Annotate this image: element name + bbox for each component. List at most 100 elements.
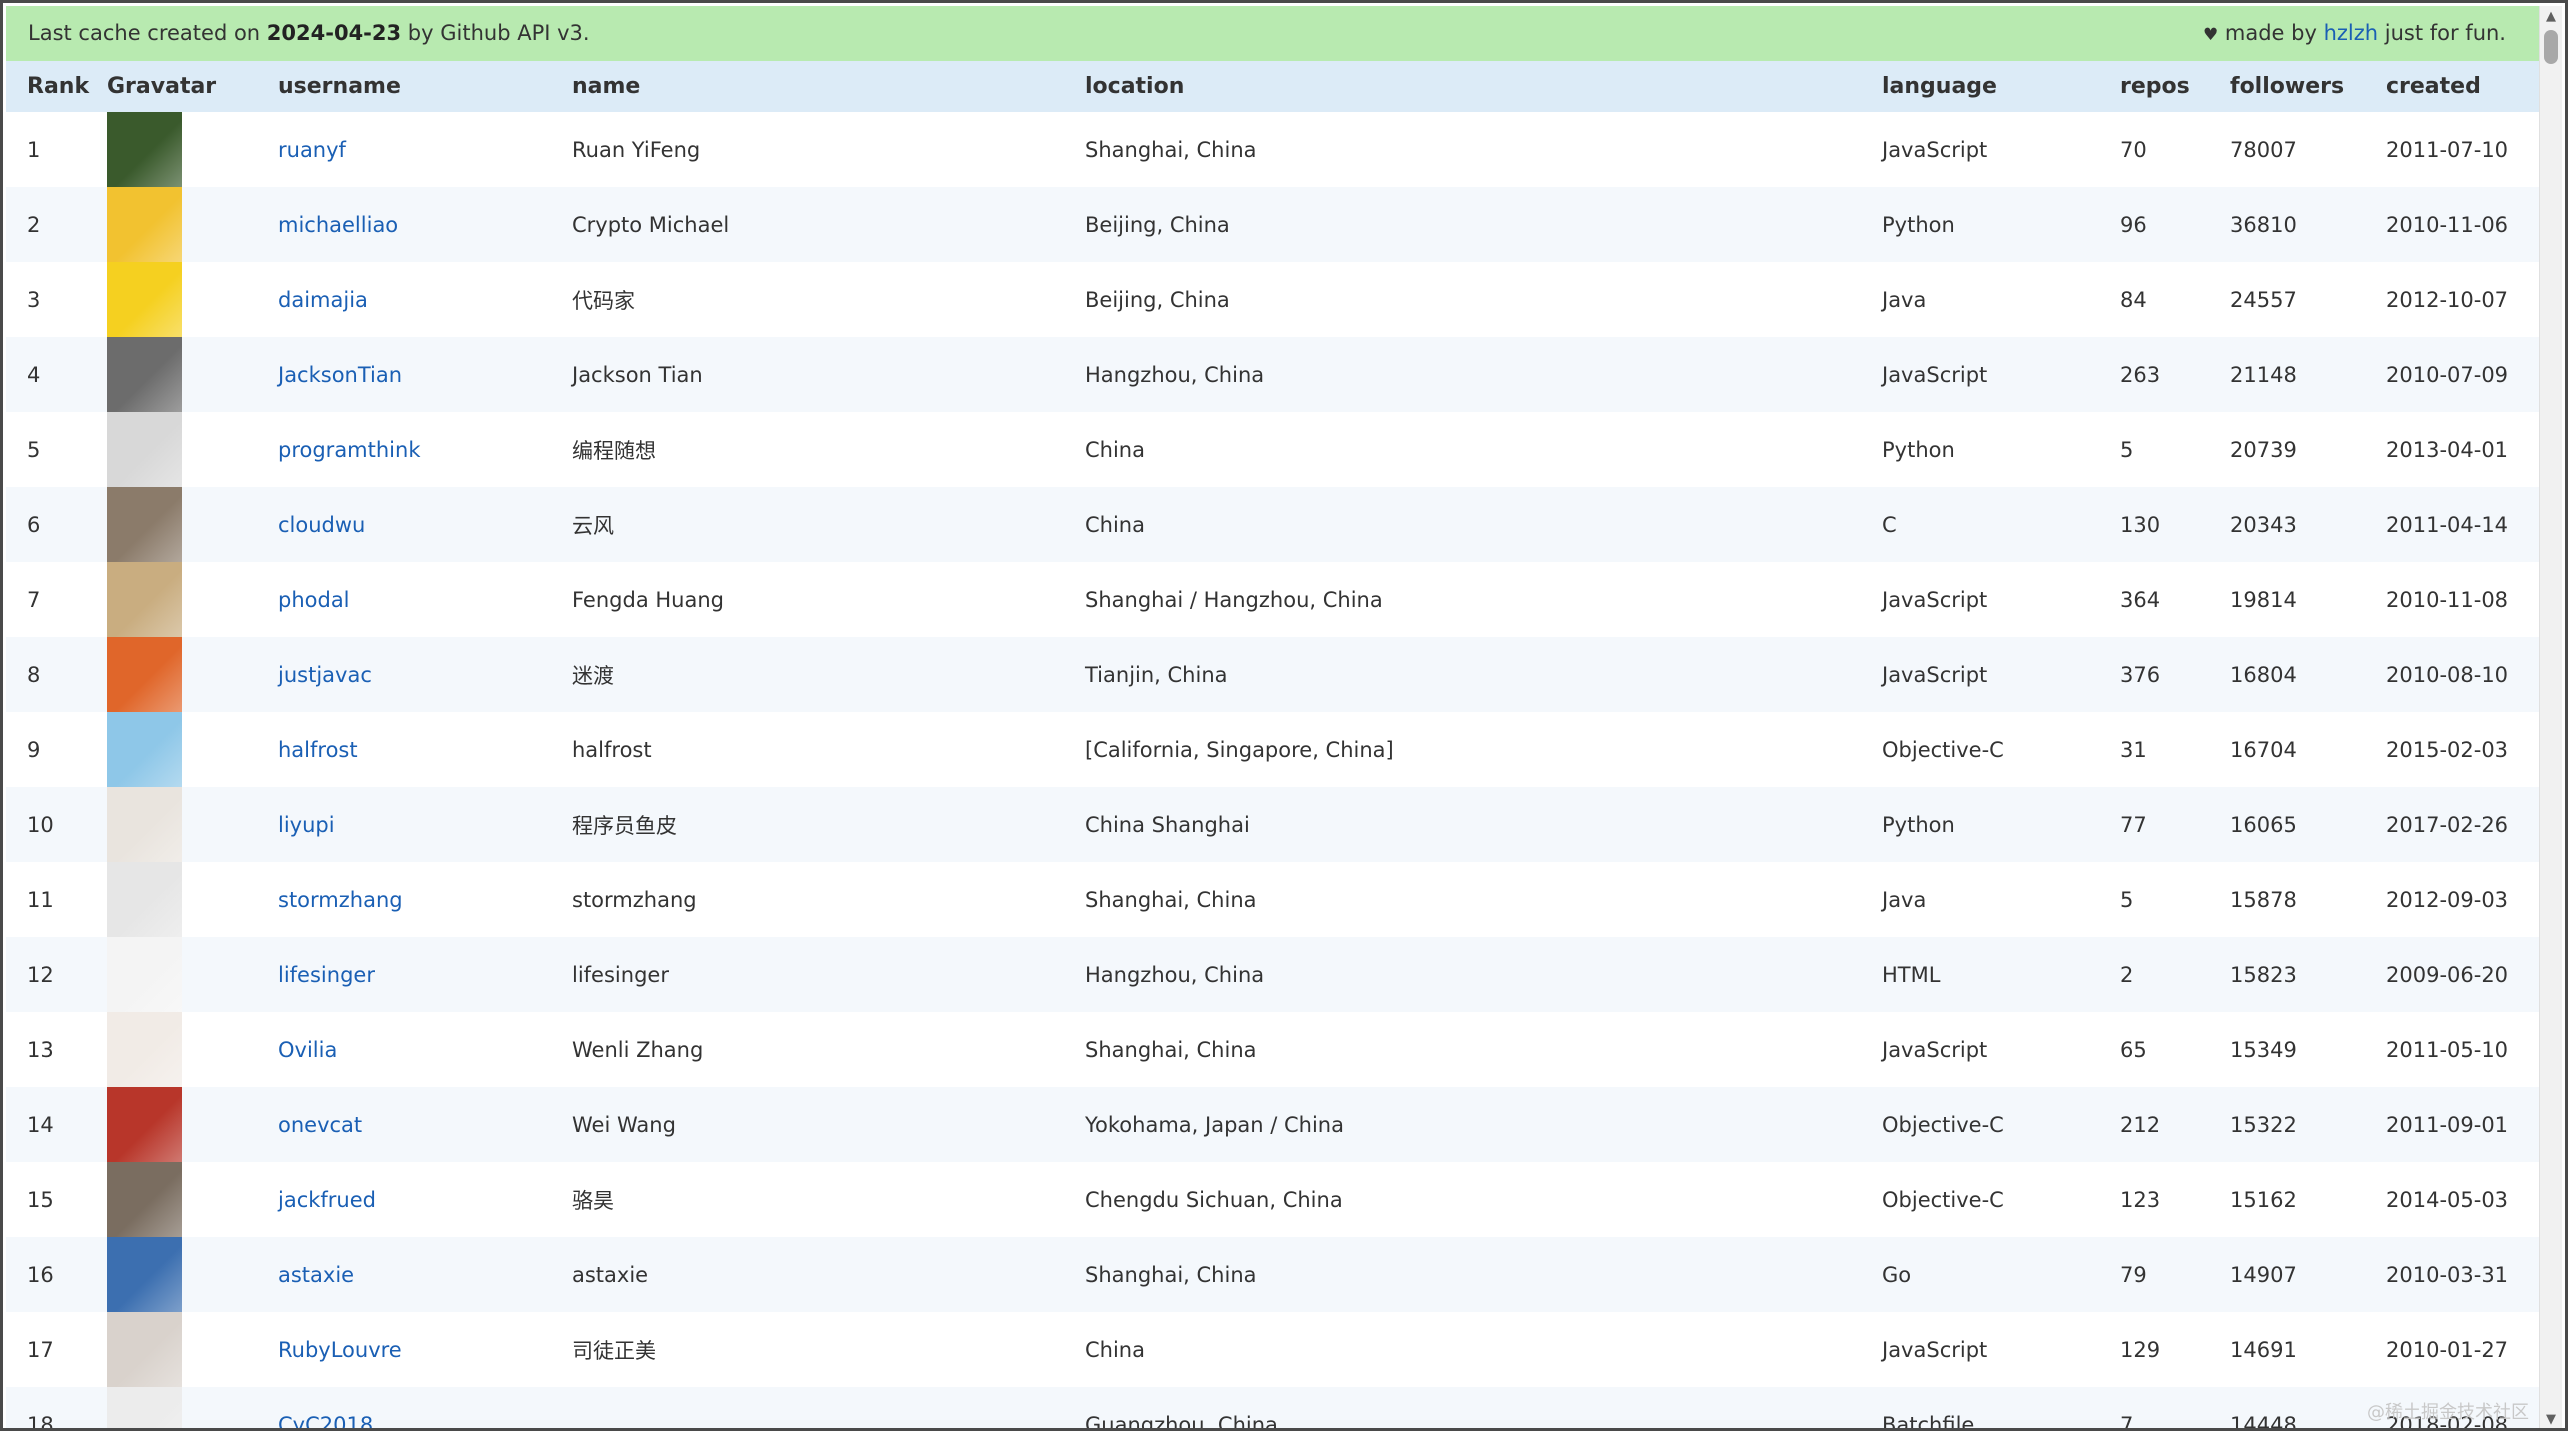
column-header-username: username [278, 74, 401, 99]
repos-cell: 84 [2120, 287, 2147, 312]
username-link[interactable]: CyC2018 [278, 1413, 373, 1429]
gravatar-cell [107, 487, 257, 562]
repos-cell: 5 [2120, 437, 2134, 462]
avatar[interactable] [107, 787, 182, 862]
vertical-scrollbar[interactable]: ▲ ▼ [2539, 6, 2562, 1428]
table-row: 4 JacksonTian Jackson Tian Hangzhou, China J… [6, 337, 2546, 412]
username-link[interactable]: JacksonTian [278, 363, 402, 387]
avatar[interactable] [107, 637, 182, 712]
language-cell: Objective-C [1882, 1187, 2004, 1212]
avatar[interactable] [107, 1087, 182, 1162]
avatar[interactable] [107, 412, 182, 487]
repos-cell: 7 [2120, 1412, 2134, 1431]
gravatar-cell [107, 712, 257, 787]
created-cell: 2017-02-26 [2386, 812, 2509, 837]
language-cell: Go [1882, 1262, 1912, 1287]
avatar[interactable] [107, 937, 182, 1012]
scroll-up-arrow-icon[interactable]: ▲ [2540, 6, 2562, 28]
avatar[interactable] [107, 1387, 182, 1428]
location-cell: [California, Singapore, China] [1085, 737, 1394, 762]
rank-cell: 7 [27, 587, 41, 612]
repos-cell: 77 [2120, 812, 2147, 837]
followers-cell: 21148 [2230, 362, 2297, 387]
username-cell: liyupi [257, 787, 551, 862]
scroll-down-arrow-icon[interactable]: ▼ [2540, 1409, 2562, 1428]
author-link[interactable]: hzlzh [2324, 21, 2379, 45]
avatar[interactable] [107, 1237, 182, 1312]
avatar[interactable] [107, 337, 182, 412]
created-cell: 2011-05-10 [2386, 1037, 2509, 1062]
username-link[interactable]: halfrost [278, 738, 358, 762]
avatar[interactable] [107, 712, 182, 787]
gravatar-cell [107, 1237, 257, 1312]
username-cell: CyC2018 [257, 1387, 551, 1429]
username-link[interactable]: justjavac [278, 663, 372, 687]
table-header-row: Rank Gravatar username name location language… [6, 61, 2546, 112]
username-link[interactable]: RubyLouvre [278, 1338, 402, 1362]
followers-cell: 14448 [2230, 1412, 2297, 1431]
created-cell: 2010-01-27 [2386, 1337, 2509, 1362]
username-link[interactable]: programthink [278, 438, 421, 462]
language-cell: C [1882, 512, 1897, 537]
table-row: 9 halfrost halfrost [California, Singapore,… [6, 712, 2546, 787]
username-link[interactable]: lifesinger [278, 963, 375, 987]
avatar[interactable] [107, 1162, 182, 1237]
username-link[interactable]: stormzhang [278, 888, 403, 912]
gravatar-cell [107, 262, 257, 337]
avatar[interactable] [107, 1312, 182, 1387]
location-cell: Shanghai / Hangzhou, China [1085, 587, 1383, 612]
table-row: 16 astaxie astaxie Shanghai, China Go 79 14907… [6, 1237, 2546, 1312]
gravatar-cell [107, 187, 257, 262]
username-link[interactable]: astaxie [278, 1263, 354, 1287]
name-cell: 迷渡 [572, 663, 614, 688]
username-cell: programthink [257, 412, 551, 487]
followers-cell: 15349 [2230, 1037, 2297, 1062]
followers-cell: 16804 [2230, 662, 2297, 687]
rank-cell: 12 [27, 962, 54, 987]
location-cell: Hangzhou, China [1085, 962, 1265, 987]
avatar[interactable] [107, 187, 182, 262]
repos-cell: 70 [2120, 137, 2147, 162]
avatar[interactable] [107, 862, 182, 937]
table-row: 7 phodal Fengda Huang Shanghai / Hangzhou, … [6, 562, 2546, 637]
created-cell: 2010-11-08 [2386, 587, 2509, 612]
followers-cell: 15162 [2230, 1187, 2297, 1212]
username-link[interactable]: ruanyf [278, 138, 346, 162]
name-cell: astaxie [572, 1262, 649, 1287]
column-header-gravatar: Gravatar [107, 74, 217, 99]
rank-cell: 13 [27, 1037, 54, 1062]
scrollbar-thumb[interactable] [2544, 30, 2558, 64]
username-link[interactable]: liyupi [278, 813, 335, 837]
table-row: 17 RubyLouvre 司徒正美 China JavaScript 129 14691 2… [6, 1312, 2546, 1387]
name-cell: 代码家 [572, 288, 635, 313]
language-cell: Batchfile [1882, 1412, 1975, 1431]
avatar[interactable] [107, 562, 182, 637]
username-link[interactable]: Ovilia [278, 1038, 337, 1062]
avatar[interactable] [107, 1012, 182, 1087]
username-link[interactable]: phodal [278, 588, 350, 612]
language-cell: Java [1882, 287, 1927, 312]
table-row: 1 ruanyf Ruan YiFeng Shanghai, China JavaScr… [6, 112, 2546, 187]
location-cell: China [1085, 437, 1145, 462]
name-cell: Ruan YiFeng [572, 137, 701, 162]
avatar[interactable] [107, 487, 182, 562]
column-header-location: location [1085, 74, 1185, 99]
username-cell: daimajia [257, 262, 551, 337]
name-cell [551, 1387, 1064, 1428]
repos-cell: 130 [2120, 512, 2161, 537]
column-header-name: name [572, 74, 641, 99]
created-cell: 2009-06-20 [2386, 962, 2509, 987]
username-link[interactable]: onevcat [278, 1113, 362, 1137]
username-link[interactable]: cloudwu [278, 513, 365, 537]
rank-cell: 2 [27, 212, 41, 237]
username-link[interactable]: daimajia [278, 288, 368, 312]
username-link[interactable]: jackfrued [278, 1188, 376, 1212]
repos-cell: 123 [2120, 1187, 2161, 1212]
username-link[interactable]: michaelliao [278, 213, 398, 237]
avatar[interactable] [107, 112, 182, 187]
avatar[interactable] [107, 262, 182, 337]
table-row: 5 programthink 编程随想 China Python 5 20739 2013-0… [6, 412, 2546, 487]
created-cell: 2012-10-07 [2386, 287, 2509, 312]
cache-info-bar: Last cache created on 2024-04-23 by Gith… [6, 6, 2546, 61]
rank-cell: 5 [27, 437, 41, 462]
